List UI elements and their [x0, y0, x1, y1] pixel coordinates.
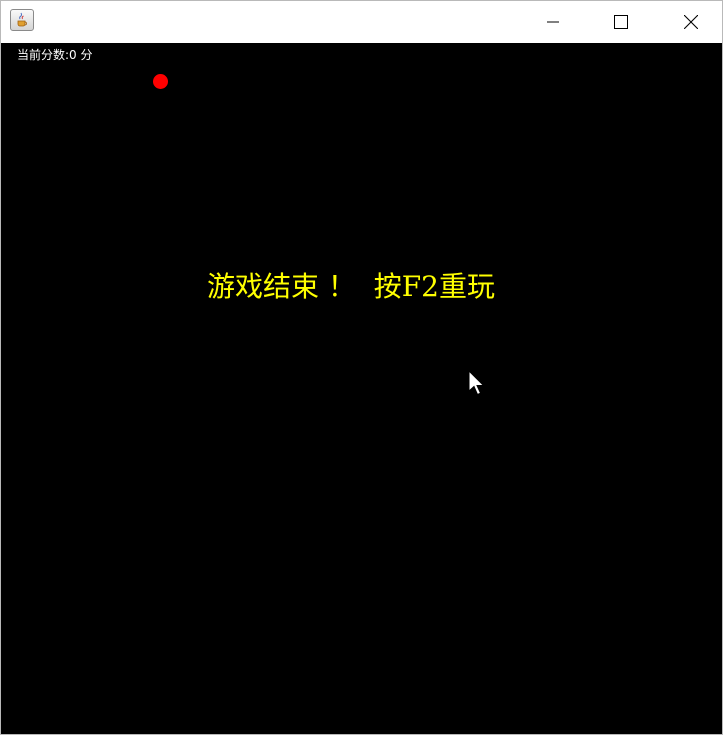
- close-button[interactable]: [668, 1, 714, 43]
- game-canvas[interactable]: 当前分数:0 分 游戏结束 ！ 按F2重玩: [1, 43, 722, 734]
- title-bar[interactable]: [1, 1, 722, 43]
- score-unit: 分: [80, 48, 93, 62]
- minimize-button[interactable]: [530, 1, 576, 43]
- score-value: 0: [69, 48, 77, 62]
- game-over-message: 游戏结束 ！ 按F2重玩: [207, 270, 495, 303]
- score-display: 当前分数:0 分: [17, 47, 93, 63]
- maximize-button[interactable]: [598, 1, 644, 43]
- game-window: 当前分数:0 分 游戏结束 ！ 按F2重玩: [0, 0, 723, 735]
- score-label: 当前分数:: [17, 48, 70, 62]
- mouse-cursor-icon: [468, 370, 485, 396]
- minimize-icon: [547, 21, 559, 23]
- java-cup-icon[interactable]: [10, 9, 34, 31]
- maximize-icon: [614, 15, 628, 29]
- close-icon: [684, 15, 698, 29]
- food-dot: [153, 74, 168, 89]
